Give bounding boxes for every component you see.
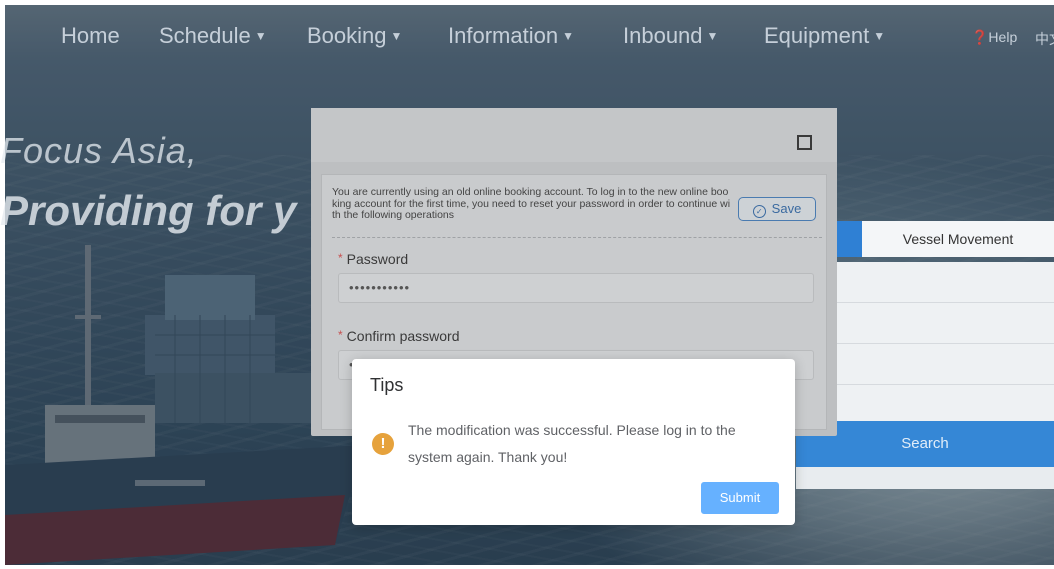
required-mark: *	[338, 328, 343, 342]
nav-booking-label: Booking	[307, 23, 387, 48]
top-navigation: Home Schedule ▼ Booking ▼ Information ▼ Inb…	[5, 5, 1054, 67]
tips-message-box: Tips ! The modification was successful. …	[352, 359, 795, 525]
nav-schedule[interactable]: Schedule ▼	[159, 23, 267, 49]
save-button[interactable]: ✓ Save	[738, 197, 816, 221]
close-icon[interactable]	[797, 135, 812, 150]
chevron-down-icon: ▼	[873, 29, 886, 43]
required-mark: *	[338, 251, 343, 265]
nav-information[interactable]: Information ▼	[448, 23, 574, 49]
language-switch[interactable]: 中文	[1035, 29, 1054, 49]
confirm-password-label: * Confirm password	[338, 328, 460, 344]
tab-vessel-movement[interactable]: Vessel Movement	[862, 221, 1054, 257]
chevron-down-icon: ▼	[706, 29, 719, 43]
panel-footer	[796, 467, 1054, 489]
password-label: * Password	[338, 251, 408, 267]
reset-notice-text: You are currently using an old online bo…	[332, 186, 731, 221]
nav-inbound-label: Inbound	[623, 23, 703, 48]
search-field-row[interactable]	[836, 344, 1054, 385]
nav-inbound[interactable]: Inbound ▼	[623, 23, 718, 49]
search-field-row[interactable]	[836, 303, 1054, 344]
tips-title: Tips	[370, 375, 404, 395]
nav-booking[interactable]: Booking ▼	[307, 23, 402, 49]
search-field-row[interactable]	[836, 385, 1054, 422]
save-button-label: Save	[771, 201, 802, 216]
nav-information-label: Information	[448, 23, 559, 48]
chevron-down-icon: ▼	[562, 29, 574, 43]
nav-help-link[interactable]: ❓Help	[971, 29, 1017, 46]
tips-message: The modification was successful. Please …	[408, 422, 736, 465]
check-circle-icon: ✓	[752, 205, 766, 218]
nav-equipment[interactable]: Equipment ▼	[764, 23, 885, 49]
password-field[interactable]: •••••••••••	[338, 273, 814, 303]
search-field-row[interactable]	[836, 262, 1054, 303]
nav-home-label: Home	[61, 23, 120, 48]
nav-equipment-label: Equipment	[764, 23, 870, 48]
divider	[332, 237, 822, 238]
password-label-text: Password	[346, 251, 409, 267]
tab-active-indicator[interactable]	[836, 221, 862, 257]
slogan-line-2: Providing for y	[0, 187, 297, 234]
confirm-password-label-text: Confirm password	[346, 328, 460, 344]
warning-icon: !	[372, 433, 394, 455]
submit-button[interactable]: Submit	[701, 482, 779, 514]
chevron-down-icon: ▼	[390, 29, 403, 43]
slogan-line-1: Focus Asia,	[0, 130, 198, 171]
chevron-down-icon: ▼	[254, 29, 267, 43]
dialog-header	[311, 108, 837, 162]
nav-home[interactable]: Home	[61, 23, 120, 49]
nav-schedule-label: Schedule	[159, 23, 251, 48]
